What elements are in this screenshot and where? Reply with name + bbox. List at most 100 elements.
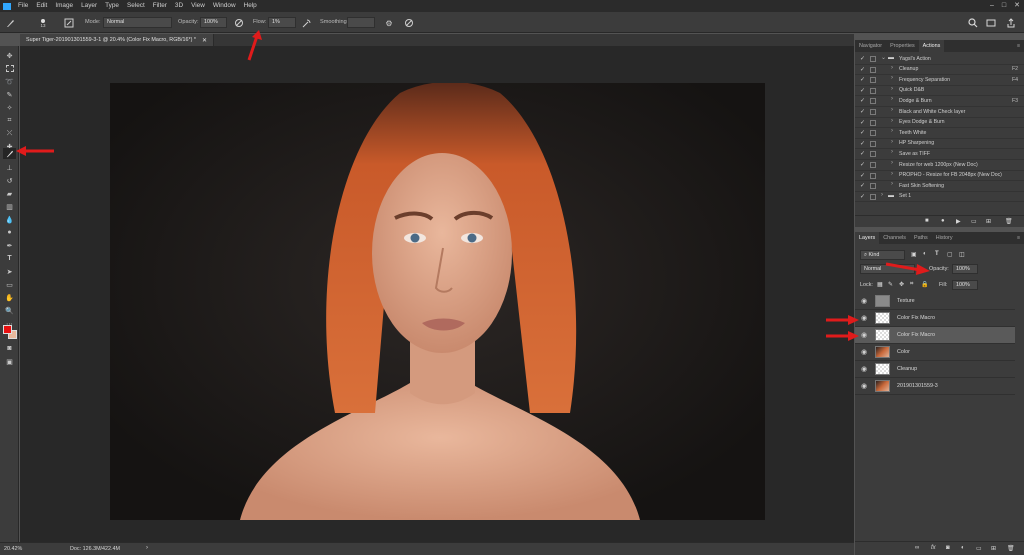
magic-wand-tool-icon[interactable]: ✧ [3,102,16,113]
expand-chevron-icon[interactable]: › [891,65,893,71]
lock-image-icon[interactable]: ✎ [888,281,893,288]
dialog-toggle-box[interactable] [870,193,876,200]
pressure-size-icon[interactable] [404,18,414,28]
visibility-eye-icon[interactable]: ◉ [861,365,867,373]
maximize-icon[interactable]: □ [998,0,1010,12]
filter-smart-object-icon[interactable]: ◫ [959,251,965,258]
menu-window[interactable]: Window [209,0,240,12]
action-row[interactable]: ✓ › Fast Skin Softening [855,181,1024,192]
path-selection-tool-icon[interactable]: ➤ [3,266,16,277]
action-toggle-check-icon[interactable]: ✓ [860,97,865,104]
new-action-icon[interactable]: ⊞ [986,218,991,225]
fill-field[interactable]: 100% [952,280,978,290]
visibility-eye-icon[interactable]: ◉ [861,348,867,356]
layer-row[interactable]: ◉ Color Fix Macro [855,327,1015,344]
clone-stamp-tool-icon[interactable]: ⊥ [3,162,16,173]
foreground-color-swatch[interactable] [3,325,12,334]
delete-action-icon[interactable]: 🗑 [1005,218,1013,225]
expand-chevron-icon[interactable]: › [891,149,893,155]
action-row[interactable]: ✓ › PROPHO - Resize for FB 2048px (New Doc… [855,171,1024,182]
action-toggle-check-icon[interactable]: ✓ [860,172,865,179]
expand-chevron-icon[interactable]: › [891,128,893,134]
tab-layers[interactable]: Layers [855,232,880,244]
expand-chevron-icon[interactable]: › [891,86,893,92]
pressure-opacity-icon[interactable] [234,18,244,28]
expand-chevron-icon[interactable]: › [891,118,893,124]
action-toggle-check-icon[interactable]: ✓ [860,87,865,94]
visibility-eye-icon[interactable]: ◉ [861,297,867,305]
close-window-icon[interactable]: ✕ [1010,0,1024,12]
expand-chevron-icon[interactable]: › [891,171,893,177]
action-toggle-check-icon[interactable]: ✓ [860,182,865,189]
rectangle-tool-icon[interactable]: ▭ [3,279,16,290]
dialog-toggle-box[interactable] [870,140,876,147]
dialog-toggle-box[interactable] [870,77,876,84]
layer-opacity-field[interactable]: 100% [952,264,978,274]
dialog-toggle-box[interactable] [870,119,876,126]
action-row[interactable]: ✓ › HP Sharpening [855,139,1024,150]
document-canvas-photo[interactable] [110,83,765,520]
layer-row[interactable]: ◉ 201901301559-3 [855,378,1015,395]
menu-type[interactable]: Type [101,0,123,12]
crop-tool-icon[interactable]: ⌗ [3,115,16,126]
tab-navigator[interactable]: Navigator [855,40,886,52]
link-layers-icon[interactable]: ∞ [915,545,919,551]
dodge-tool-icon[interactable]: ● [3,227,16,238]
action-row[interactable]: ✓ › ▬ Set 1 [855,192,1024,203]
brush-size-preview-icon[interactable]: 13 [37,16,49,30]
action-row[interactable]: ✓ › Black and White Check layer [855,107,1024,118]
document-tab[interactable]: Super Tiger-201901301559-3-1 @ 20.4% (Co… [20,34,214,46]
close-tab-icon[interactable]: ✕ [202,37,207,44]
marquee-tool-icon[interactable] [3,63,16,74]
action-row[interactable]: ✓ › Save as TIFF [855,149,1024,160]
expand-chevron-icon[interactable]: › [891,96,893,102]
tab-properties[interactable]: Properties [886,40,919,52]
pen-tool-icon[interactable]: ✒ [3,240,16,251]
lock-artboard-icon[interactable]: ⌗ [910,281,913,288]
screen-mode-icon[interactable]: ▣ [3,356,16,367]
brush-tool-preset-icon[interactable] [5,18,15,28]
photoshop-logo-icon[interactable] [0,0,14,12]
dialog-toggle-box[interactable] [870,162,876,168]
filter-type-icon[interactable]: T [935,251,939,257]
menu-image[interactable]: Image [51,0,77,12]
action-toggle-check-icon[interactable]: ✓ [860,150,865,157]
expand-chevron-icon[interactable]: › [891,75,893,81]
action-toggle-check-icon[interactable]: ✓ [860,161,865,168]
action-toggle-check-icon[interactable]: ✓ [860,119,865,126]
type-tool-icon[interactable]: T [3,253,16,264]
status-menu-arrow-icon[interactable]: › [146,545,148,551]
new-layer-icon[interactable]: ⊞ [991,545,996,552]
move-tool-icon[interactable]: ✥ [3,50,16,61]
eraser-tool-icon[interactable]: ▰ [3,188,16,199]
dialog-toggle-box[interactable] [870,66,876,73]
lock-position-icon[interactable]: ✥ [899,281,904,288]
mode-select[interactable]: Normal [103,17,172,28]
action-row[interactable]: ✓ › Eyes Dodge & Burn [855,118,1024,129]
menu-help[interactable]: Help [240,0,261,12]
adjustment-layer-icon[interactable]: ◐ [961,545,965,551]
expand-chevron-icon[interactable]: › [891,181,893,187]
layer-filter-kind-select[interactable]: ⌕ Kind [860,250,905,260]
menu-edit[interactable]: Edit [32,0,51,12]
quick-mask-icon[interactable]: ◙ [3,343,16,354]
visibility-eye-icon[interactable]: ◉ [861,314,867,322]
action-row[interactable]: ✓ › Teeth White [855,128,1024,139]
filter-pixel-icon[interactable]: ▣ [911,251,917,258]
expand-chevron-icon[interactable]: › [891,160,893,166]
expand-chevron-icon[interactable]: › [891,107,893,113]
add-mask-icon[interactable]: ◙ [946,545,950,551]
smoothing-settings-gear-icon[interactable]: ⚙ [384,18,394,28]
action-toggle-check-icon[interactable]: ✓ [860,55,865,62]
action-row[interactable]: ✓ ⌄ ▬ Yagsl's Action [855,54,1024,65]
action-toggle-check-icon[interactable]: ✓ [860,108,865,115]
expand-chevron-icon[interactable]: › [891,139,893,145]
blur-tool-icon[interactable]: 💧 [3,214,16,225]
menu-layer[interactable]: Layer [77,0,101,12]
layers-panel-menu-icon[interactable]: ≡ [1013,232,1024,244]
layer-row[interactable]: ◉ Color Fix Macro [855,310,1015,327]
workspace-switcher-icon[interactable] [986,18,996,28]
action-toggle-check-icon[interactable]: ✓ [860,129,865,136]
layer-style-fx-icon[interactable]: fx [931,545,936,551]
play-action-icon[interactable]: ▶ [956,218,961,225]
